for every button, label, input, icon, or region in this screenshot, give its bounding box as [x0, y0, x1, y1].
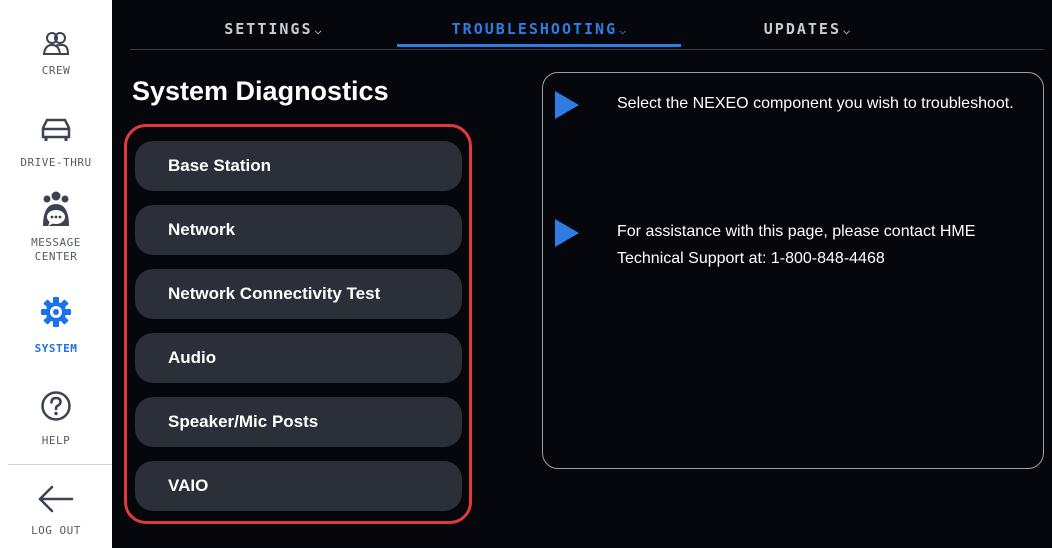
sidebar-item-label: DRIVE-THRU: [20, 156, 92, 169]
play-arrow-icon: [555, 219, 579, 247]
sidebar-item-message-center[interactable]: MESSAGE CENTER: [0, 190, 112, 264]
sidebar-item-help[interactable]: HELP: [0, 390, 112, 448]
network-button[interactable]: Network: [135, 205, 462, 255]
tab-label: SETTINGS: [224, 20, 313, 38]
sidebar-divider: [8, 464, 112, 465]
network-connectivity-test-button[interactable]: Network Connectivity Test: [135, 269, 462, 319]
sidebar-item-label-line1: MESSAGE: [31, 236, 81, 249]
audio-button[interactable]: Audio: [135, 333, 462, 383]
arrow-left-icon: [38, 485, 74, 513]
chevron-down-icon: ⌵: [619, 23, 627, 37]
chevron-down-icon: ⌵: [314, 23, 322, 37]
info-text: Select the NEXEO component you wish to t…: [617, 95, 1014, 112]
base-station-button[interactable]: Base Station: [135, 141, 462, 191]
page-title: System Diagnostics: [132, 76, 389, 106]
crew-icon: [42, 32, 70, 55]
sidebar-item-label: HELP: [41, 434, 71, 447]
sidebar-item-system[interactable]: SYSTEM: [0, 296, 112, 356]
active-tab-indicator: [397, 44, 681, 47]
top-nav: SETTINGS ⌵ TROUBLESHOOTING ⌵ UPDATES ⌵: [130, 0, 1044, 50]
chevron-down-icon: ⌵: [842, 23, 851, 37]
info-panel: Select the NEXEO component you wish to t…: [542, 72, 1044, 469]
tab-label: TROUBLESHOOTING: [451, 20, 618, 38]
tab-updates[interactable]: UPDATES ⌵: [742, 20, 872, 50]
vaio-button[interactable]: VAIO: [135, 461, 462, 511]
speaker-mic-posts-button[interactable]: Speaker/Mic Posts: [135, 397, 462, 447]
diagnostics-list: Base Station Network Network Connectivit…: [124, 124, 472, 524]
sidebar-item-label: LOG OUT: [31, 524, 81, 537]
main-content: SETTINGS ⌵ TROUBLESHOOTING ⌵ UPDATES ⌵ Syst…: [112, 0, 1052, 548]
message-center-icon: [43, 191, 69, 226]
help-icon: [41, 391, 71, 421]
info-text: For assistance with this page, please co…: [617, 223, 976, 267]
play-arrow-icon: [555, 91, 579, 119]
sidebar-item-label-line2: CENTER: [34, 250, 78, 263]
tab-settings[interactable]: SETTINGS ⌵: [198, 20, 348, 50]
sidebar-item-drive-thru[interactable]: DRIVE-THRU: [0, 116, 112, 170]
car-icon: [41, 118, 71, 141]
gear-icon: [41, 297, 71, 327]
sidebar-item-log-out[interactable]: LOG OUT: [0, 482, 112, 538]
sidebar-item-crew[interactable]: CREW: [0, 28, 112, 78]
sidebar-item-label: SYSTEM: [34, 342, 78, 355]
tab-label: UPDATES: [763, 20, 841, 38]
sidebar-item-label: CREW: [41, 64, 71, 77]
sidebar: CREW DRIVE-THRU MESSAGE CENTER SYSTEM HE…: [0, 0, 112, 548]
